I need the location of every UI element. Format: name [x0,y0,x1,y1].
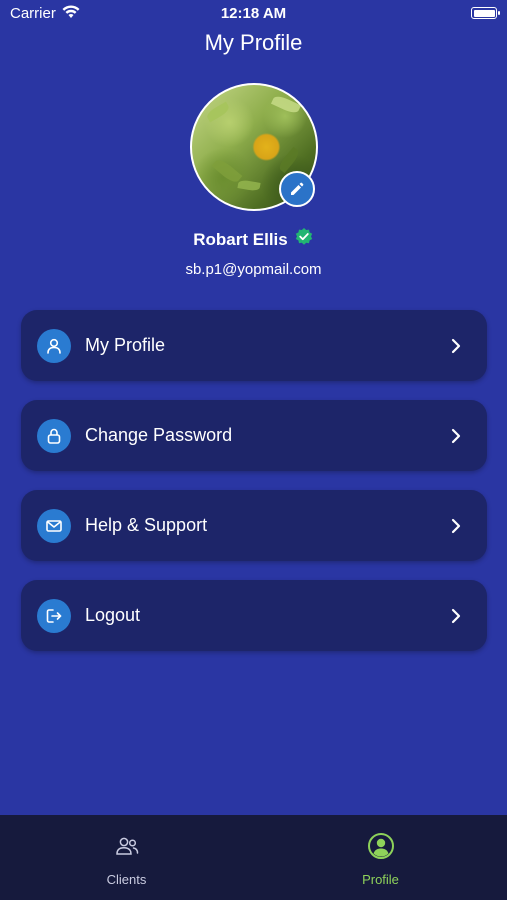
tab-label: Profile [362,872,399,887]
menu-item-logout[interactable]: Logout [21,580,487,651]
page-title: My Profile [204,30,303,55]
clock: 12:18 AM [220,5,287,22]
tab-label: Clients [106,872,147,887]
menu-item-help-support[interactable]: Help & Support [21,490,487,561]
verified-badge-icon [294,227,314,252]
status-bar: Carrier 12:18 AM [0,0,507,28]
profile-icon [254,833,507,859]
clients-icon [0,835,253,857]
mail-icon [37,508,71,543]
logout-icon [37,598,71,633]
user-icon [37,328,71,363]
pencil-icon [291,182,304,195]
menu-item-label: Help & Support [85,515,208,535]
user-name-row: Robart Ellis [0,227,507,252]
chevron-right-icon [451,338,461,359]
chevron-right-icon [451,518,461,539]
menu-item-label: My Profile [85,335,166,355]
menu-item-label: Change Password [85,425,233,445]
menu-item-change-password[interactable]: Change Password [21,400,487,471]
battery-icon [471,7,500,19]
user-name: Robart Ellis [193,229,288,249]
chevron-right-icon [451,608,461,629]
user-email: sb.p1@yopmail.com [185,261,322,278]
tab-clients[interactable]: Clients [0,815,253,900]
tab-profile[interactable]: Profile [254,815,507,900]
bottom-tab-bar: Clients Profile [0,815,507,900]
menu-item-my-profile[interactable]: My Profile [21,310,487,381]
edit-avatar-button[interactable] [279,171,315,207]
lock-icon [37,418,71,453]
menu-item-label: Logout [85,605,141,625]
avatar-section [190,83,318,211]
chevron-right-icon [451,428,461,449]
